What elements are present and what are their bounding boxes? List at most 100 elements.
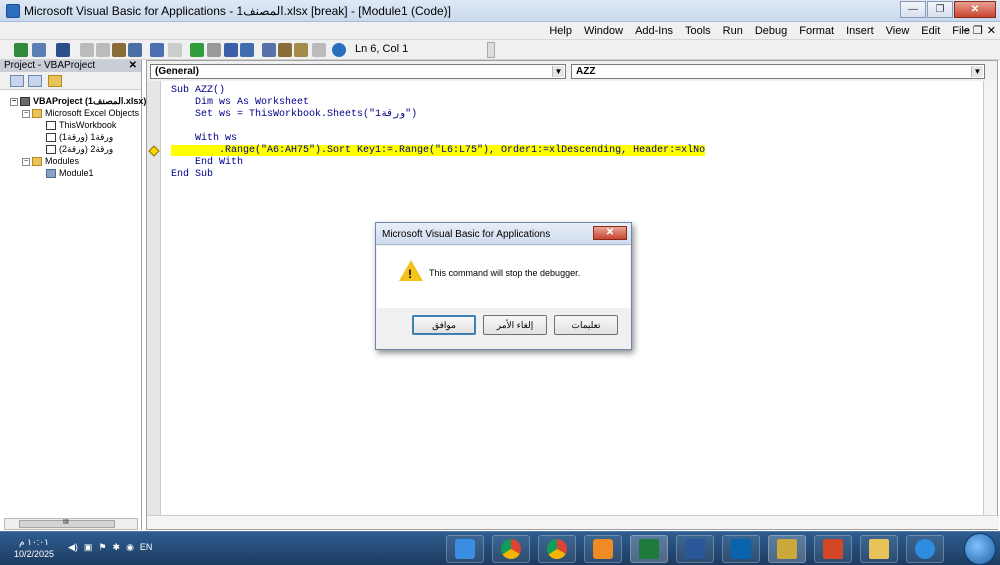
copy-icon[interactable] xyxy=(96,43,110,57)
menu-window[interactable]: Window xyxy=(584,25,623,37)
taskbar-media[interactable] xyxy=(584,535,622,563)
view-object-icon[interactable] xyxy=(28,75,42,87)
dialog-message: This command will stop the debugger. xyxy=(429,268,581,278)
taskbar-clock[interactable]: ١٠:٠١ م 10/2/2025 xyxy=(6,536,62,560)
cancel-button[interactable]: إلغاء الأمر xyxy=(483,315,547,335)
folder-icon xyxy=(32,109,42,119)
code-margin[interactable] xyxy=(147,81,161,515)
dialog-title-bar: Microsoft Visual Basic for Applications … xyxy=(376,223,631,245)
redo-icon[interactable] xyxy=(168,43,182,57)
menu-insert[interactable]: Insert xyxy=(846,25,874,37)
maximize-button[interactable]: ❐ xyxy=(927,1,953,18)
paste-icon[interactable] xyxy=(112,43,126,57)
network-icon[interactable]: ▣ xyxy=(84,542,93,553)
tree-node-excel-objects[interactable]: − Microsoft Excel Objects xyxy=(22,108,139,119)
reset-icon[interactable] xyxy=(224,43,238,57)
toggle-folders-icon[interactable] xyxy=(48,75,62,87)
tree-node-thisworkbook[interactable]: ThisWorkbook xyxy=(46,120,116,131)
taskbar-excel[interactable] xyxy=(630,535,668,563)
menu-format[interactable]: Format xyxy=(799,25,834,37)
chevron-down-icon[interactable]: ▼ xyxy=(552,66,564,77)
module-icon xyxy=(46,169,56,179)
doc-minimize-button[interactable]: – xyxy=(963,24,969,37)
code-line[interactable]: End Sub xyxy=(171,169,213,180)
taskbar-outlook[interactable] xyxy=(722,535,760,563)
taskbar-vba[interactable] xyxy=(768,535,806,563)
procedure-dropdown[interactable]: AZZ ▼ xyxy=(571,64,985,79)
collapse-icon[interactable]: − xyxy=(22,109,30,118)
volume-icon[interactable]: ◀) xyxy=(68,542,78,553)
tree-node-vbaproject[interactable]: − VBAProject (المصنف1.xlsx) xyxy=(10,96,146,107)
code-line[interactable]: Set ws = ThisWorkbook.Sheets("ورقة1") xyxy=(171,109,417,120)
properties-icon[interactable] xyxy=(278,43,292,57)
toolbox-icon[interactable] xyxy=(312,43,326,57)
object-browser-icon[interactable] xyxy=(294,43,308,57)
tree-node-modules[interactable]: − Modules xyxy=(22,156,79,167)
project-close-icon[interactable]: ✕ xyxy=(129,60,137,72)
break-icon[interactable] xyxy=(207,43,221,57)
object-dropdown-value: (General) xyxy=(155,66,199,77)
doc-close-button[interactable]: ✕ xyxy=(987,24,996,37)
menu-help[interactable]: Help xyxy=(549,25,572,37)
menu-tools[interactable]: Tools xyxy=(685,25,711,37)
code-vertical-scrollbar[interactable] xyxy=(983,81,997,515)
project-explorer-header: Project - VBAProject ✕ xyxy=(0,60,141,72)
tree-node-module1[interactable]: Module1 xyxy=(46,168,94,179)
help-button[interactable]: تعليمات xyxy=(554,315,618,335)
start-button[interactable] xyxy=(964,533,996,565)
tree-node-sheet1[interactable]: ورقة1 (ورقة1) xyxy=(46,132,113,143)
ie-icon xyxy=(455,539,475,559)
object-dropdown[interactable]: (General) ▼ xyxy=(150,64,566,79)
menu-run[interactable]: Run xyxy=(723,25,743,37)
code-line[interactable]: Sub AZZ() xyxy=(171,85,225,96)
menu-debug[interactable]: Debug xyxy=(755,25,787,37)
current-statement-line[interactable]: .Range("A6:AH75").Sort Key1:=.Range("L6:… xyxy=(171,145,706,156)
power-icon[interactable]: ◉ xyxy=(126,542,134,553)
undo-icon[interactable] xyxy=(150,43,164,57)
taskbar-chrome-1[interactable] xyxy=(492,535,530,563)
menu-bar: Help Window Add-Ins Tools Run Debug Form… xyxy=(0,22,1000,40)
language-indicator[interactable]: EN xyxy=(140,542,153,553)
collapse-icon[interactable]: − xyxy=(22,157,30,166)
tree-node-sheet2[interactable]: ورقة2 (ورقة2) xyxy=(46,144,113,155)
taskbar-word[interactable] xyxy=(676,535,714,563)
code-line[interactable]: With ws xyxy=(171,133,237,144)
doc-restore-button[interactable]: ❐ xyxy=(973,24,983,37)
taskbar-chrome-2[interactable] xyxy=(538,535,576,563)
run-icon[interactable] xyxy=(190,43,204,57)
code-horizontal-scrollbar[interactable] xyxy=(147,515,999,529)
project-horizontal-scrollbar[interactable]: III xyxy=(4,518,138,530)
bluetooth-icon[interactable]: ✱ xyxy=(113,542,121,553)
taskbar-ie-2[interactable] xyxy=(906,535,944,563)
menu-view[interactable]: View xyxy=(886,25,910,37)
code-line[interactable]: Dim ws As Worksheet xyxy=(171,97,309,108)
menu-edit[interactable]: Edit xyxy=(921,25,940,37)
project-explorer-icon[interactable] xyxy=(262,43,276,57)
code-line[interactable]: End With xyxy=(171,157,243,168)
collapse-icon[interactable]: − xyxy=(10,97,18,106)
cut-icon[interactable] xyxy=(80,43,94,57)
taskbar-powerpoint[interactable] xyxy=(814,535,852,563)
chevron-down-icon[interactable]: ▼ xyxy=(971,66,983,77)
insert-module-icon[interactable] xyxy=(32,43,46,57)
worksheet-icon xyxy=(46,145,56,155)
toolbar-options[interactable] xyxy=(487,42,495,58)
folder-icon xyxy=(869,539,889,559)
procedure-dropdown-value: AZZ xyxy=(576,66,596,77)
close-button[interactable]: ✕ xyxy=(954,1,996,18)
minimize-button[interactable]: — xyxy=(900,1,926,18)
folder-icon xyxy=(32,157,42,167)
view-code-icon[interactable] xyxy=(10,75,24,87)
menu-add-ins[interactable]: Add-Ins xyxy=(635,25,673,37)
flag-icon[interactable]: ⚑ xyxy=(98,542,106,553)
save-icon[interactable] xyxy=(56,43,70,57)
dialog-close-button[interactable]: ✕ xyxy=(593,226,627,240)
design-mode-icon[interactable] xyxy=(240,43,254,57)
help-icon[interactable] xyxy=(332,43,346,57)
ok-button[interactable]: موافق xyxy=(412,315,476,335)
window-title: Microsoft Visual Basic for Applications … xyxy=(24,4,452,18)
taskbar-ie[interactable] xyxy=(446,535,484,563)
taskbar-explorer[interactable] xyxy=(860,535,898,563)
view-excel-icon[interactable] xyxy=(14,43,28,57)
find-icon[interactable] xyxy=(128,43,142,57)
